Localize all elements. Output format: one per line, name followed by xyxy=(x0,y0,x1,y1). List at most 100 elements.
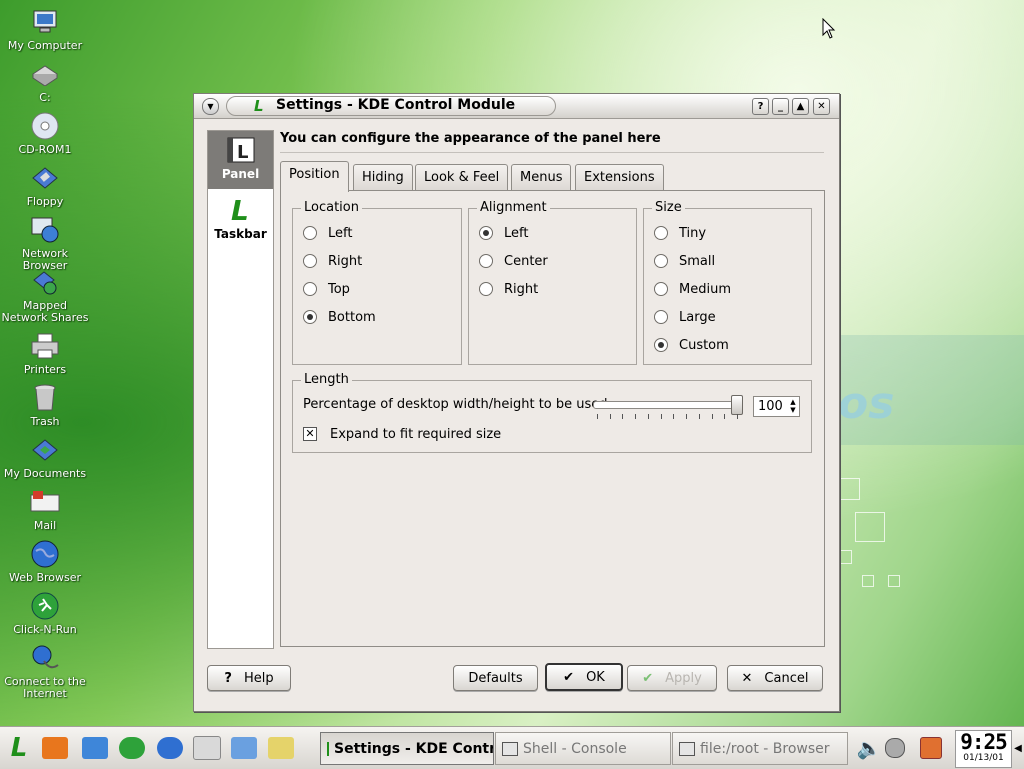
tab-hiding[interactable]: Hiding xyxy=(353,164,413,191)
logout-icon[interactable] xyxy=(918,733,944,763)
desktop-icon-cdrom[interactable]: CD-ROM1 xyxy=(0,110,90,156)
radio-label: Left xyxy=(328,225,353,241)
kde-menu-icon[interactable]: L xyxy=(4,733,34,763)
desktop-icon-trash[interactable]: Trash xyxy=(0,382,90,428)
desktop-icon-mail[interactable]: Mail xyxy=(0,486,90,532)
computer-icon xyxy=(28,6,62,38)
radio-label: Medium xyxy=(679,281,731,297)
radio-label: Right xyxy=(504,281,539,297)
help-button[interactable]: ? Help xyxy=(207,665,291,691)
window-menu-button[interactable]: ▼ xyxy=(202,98,219,115)
web-browser-icon[interactable] xyxy=(155,733,185,763)
nav-item-label: Taskbar xyxy=(214,227,267,241)
slider-tick xyxy=(686,414,688,419)
expand-checkbox[interactable]: ✕ xyxy=(303,427,317,441)
clock[interactable]: 9:25 01/13/01 xyxy=(955,730,1012,768)
defaults-button[interactable]: Defaults xyxy=(453,665,538,691)
radio-indicator xyxy=(654,310,668,324)
ok-button[interactable]: ✔ OK xyxy=(545,663,623,691)
length-slider-track[interactable] xyxy=(593,401,743,409)
desktop-icon-click-n-run[interactable]: Click-N-Run xyxy=(0,590,90,636)
slider-tick xyxy=(647,414,649,419)
apply-button[interactable]: ✔ Apply xyxy=(627,665,717,691)
mail-icon[interactable] xyxy=(192,733,222,763)
length-slider-handle[interactable] xyxy=(731,395,743,415)
task-settings[interactable]: Settings - KDE Contr xyxy=(320,732,494,765)
window-title: Settings - KDE Control Module xyxy=(276,97,516,113)
editor-icon[interactable] xyxy=(266,733,296,763)
size-tiny-radio[interactable]: Tiny xyxy=(654,224,706,242)
radio-indicator xyxy=(479,226,493,240)
desktop-icon-my-documents[interactable]: My Documents xyxy=(0,434,90,480)
location-left-radio[interactable]: Left xyxy=(303,224,352,242)
close-button[interactable]: ✕ xyxy=(813,98,830,115)
globe-icon xyxy=(28,538,62,570)
package-icon[interactable] xyxy=(80,733,110,763)
desktop-icon-label: My Documents xyxy=(3,467,87,480)
svg-text:L: L xyxy=(237,142,248,163)
maximize-button[interactable]: ▲ xyxy=(792,98,809,115)
location-group-title: Location xyxy=(301,200,362,215)
size-custom-radio[interactable]: Custom xyxy=(654,336,729,354)
checkmark-icon: ✔ xyxy=(563,669,575,685)
length-spinbox[interactable]: 100 ▲ ▼ xyxy=(753,396,800,417)
desktop-icon-network-browser[interactable]: Network Browser xyxy=(0,214,90,272)
taskbar-arrow-icon[interactable]: ◀ xyxy=(1012,733,1024,763)
button-label: Cancel xyxy=(764,670,809,686)
documents-icon xyxy=(28,434,62,466)
task-label: Shell - Console xyxy=(523,740,627,757)
radio-label: Large xyxy=(679,309,716,325)
connect-icon xyxy=(28,642,62,674)
desktop-icon-label: My Computer xyxy=(7,39,83,52)
desktop-icon-floppy[interactable]: Floppy xyxy=(0,162,90,208)
click-n-run-icon[interactable] xyxy=(117,733,147,763)
network-icon[interactable] xyxy=(229,733,259,763)
location-bottom-radio[interactable]: Bottom xyxy=(303,308,376,326)
desktop-icon-web-browser[interactable]: Web Browser xyxy=(0,538,90,584)
size-medium-radio[interactable]: Medium xyxy=(654,280,731,298)
tab-extensions[interactable]: Extensions xyxy=(575,164,664,191)
firewall-icon[interactable] xyxy=(40,733,70,763)
desktop-icon-label: C: xyxy=(39,91,51,104)
panel-icon: L xyxy=(225,135,257,165)
radio-label: Custom xyxy=(679,337,729,353)
alignment-right-radio[interactable]: Right xyxy=(479,280,538,298)
desktop-icon-connect-internet[interactable]: Connect to the Internet xyxy=(0,642,90,700)
desktop-icon-c-drive[interactable]: C: xyxy=(0,58,90,104)
location-top-radio[interactable]: Top xyxy=(303,280,350,298)
task-shell-console[interactable]: Shell - Console xyxy=(495,732,671,765)
tab-position[interactable]: Position xyxy=(280,161,349,192)
minimize-button[interactable]: _ xyxy=(772,98,789,115)
trash-icon xyxy=(28,382,62,414)
volume-icon[interactable]: 🔈 xyxy=(857,733,882,763)
desktop-icon-mapped-network-shares[interactable]: Mapped Network Shares xyxy=(0,266,90,324)
desktop-icon-printers[interactable]: Printers xyxy=(0,330,90,376)
nav-item-taskbar[interactable]: L Taskbar xyxy=(208,191,273,249)
alignment-group: Alignment Left Center Right xyxy=(468,200,637,365)
nav-item-panel[interactable]: L Panel xyxy=(208,131,273,189)
radio-label: Left xyxy=(504,225,529,241)
cancel-button[interactable]: ✕ Cancel xyxy=(727,665,823,691)
svg-text:L: L xyxy=(231,195,249,225)
desktop-icon-label: Mail xyxy=(33,519,57,532)
alignment-center-radio[interactable]: Center xyxy=(479,252,548,270)
tab-menus[interactable]: Menus xyxy=(511,164,572,191)
mail-icon xyxy=(28,486,62,518)
task-file-browser[interactable]: file:/root - Browser xyxy=(672,732,848,765)
alignment-left-radio[interactable]: Left xyxy=(479,224,528,242)
radio-label: Bottom xyxy=(328,309,376,325)
location-right-radio[interactable]: Right xyxy=(303,252,362,270)
button-label: Help xyxy=(243,670,274,686)
size-group: Size Tiny Small Medium Large Custom xyxy=(643,200,812,365)
settings-window: ▼ L Settings - KDE Control Module ? _ ▲ … xyxy=(193,93,840,712)
user-icon[interactable] xyxy=(883,733,907,763)
spin-arrows-icon[interactable]: ▲ ▼ xyxy=(788,398,798,415)
expand-checkbox-row[interactable]: ✕ Expand to fit required size xyxy=(303,425,501,443)
desktop-icon-my-computer[interactable]: My Computer xyxy=(0,6,90,52)
size-large-radio[interactable]: Large xyxy=(654,308,716,326)
tab-look-and-feel[interactable]: Look & Feel xyxy=(415,164,509,191)
window-titlebar[interactable]: ▼ L Settings - KDE Control Module ? _ ▲ … xyxy=(194,94,839,119)
size-small-radio[interactable]: Small xyxy=(654,252,715,270)
module-heading: You can configure the appearance of the … xyxy=(280,131,661,146)
help-title-button[interactable]: ? xyxy=(752,98,769,115)
